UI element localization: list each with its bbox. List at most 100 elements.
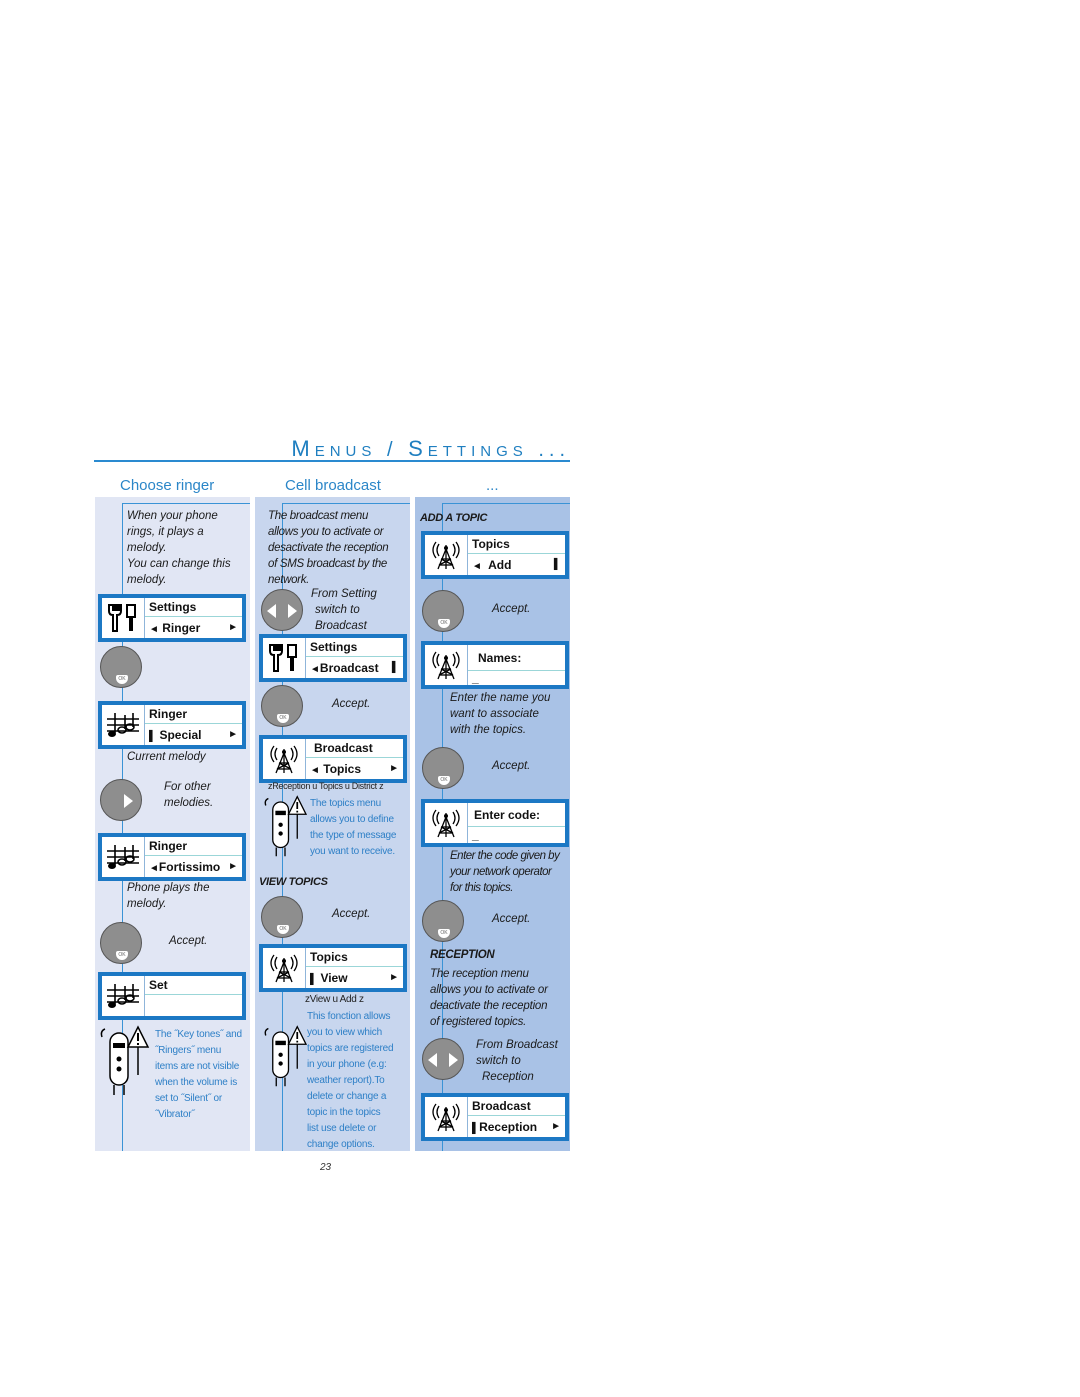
ok-button[interactable]: OK: [422, 747, 464, 789]
antenna-icon: [425, 645, 468, 685]
ok-button[interactable]: OK: [100, 646, 142, 688]
text-line: For other: [164, 781, 211, 793]
text-line: desactivate the reception: [268, 542, 389, 554]
accept-label: Accept.: [332, 908, 371, 920]
text-line: switch to: [476, 1055, 521, 1067]
ok-button[interactable]: OK: [422, 590, 464, 632]
title-ellipsis: ...: [538, 439, 570, 461]
text-line: melody.: [127, 574, 167, 586]
text-line: The broadcast menu: [268, 510, 369, 522]
screen-line2: ▌ View ►: [306, 968, 403, 988]
text-line: melody.: [127, 542, 167, 554]
screen-settings-ringer: Settings ◄ Ringer ►: [98, 594, 246, 642]
text-line: weather report).To: [307, 1075, 385, 1086]
text-line: you want to receive.: [310, 846, 395, 857]
page-number: 23: [320, 1162, 332, 1173]
view-topics-note: This fonction allows you to view which t…: [307, 1009, 410, 1153]
reception-text: The reception menu allows you to activat…: [430, 966, 548, 1030]
accept-label: Accept.: [492, 913, 531, 925]
screen-line1: Broadcast: [468, 1097, 565, 1116]
text-line: From Broadcast: [476, 1039, 558, 1051]
title-rest-menus: ENUS: [314, 443, 377, 460]
title-cap-m: M: [291, 436, 315, 461]
music-notes-icon: [102, 976, 145, 1016]
input-cursor[interactable]: _: [468, 672, 565, 685]
text-line: topics are registered: [307, 1043, 394, 1054]
ok-button[interactable]: OK: [261, 896, 303, 938]
left-arrow-icon: ◄: [310, 765, 320, 776]
title-cap-s: S: [408, 436, 428, 461]
column-heading-more: ...: [486, 477, 499, 494]
left-right-nav-button[interactable]: [261, 589, 303, 631]
screen-line1: Ringer: [145, 837, 242, 856]
accept-label: Accept.: [169, 935, 208, 947]
text-line: melody.: [127, 898, 167, 910]
screen-broadcast-topics: Broadcast ◄ Topics ►: [259, 735, 407, 783]
antenna-icon: [425, 1097, 468, 1137]
screen-line1: Enter code:: [468, 803, 565, 827]
section-reception: RECEPTION: [430, 949, 495, 961]
screen-enter-code: Enter code: _: [421, 799, 569, 847]
mascot-warning-icon: [260, 1025, 310, 1100]
screen-value: Topics: [323, 762, 362, 776]
right-arrow-icon: ►: [389, 972, 399, 983]
right-arrow-icon: ►: [228, 729, 238, 740]
antenna-icon: [425, 803, 468, 843]
section-view-topics: VIEW TOPICS: [259, 876, 328, 888]
text-line: You can change this: [127, 558, 231, 570]
from-setting-text: From Setting switch to Broadcast: [311, 586, 377, 634]
ok-button[interactable]: OK: [422, 900, 464, 942]
mascot-warning-icon: [260, 795, 310, 870]
ringer-intro: When your phone rings, it plays a melody…: [127, 508, 252, 588]
submenu-options: zView u Add z: [305, 994, 364, 1005]
antenna-icon: [425, 535, 468, 575]
accept-label: Accept.: [332, 698, 371, 710]
music-notes-icon: [102, 837, 145, 877]
submenu-options: zReception u Topics u District z: [268, 781, 384, 791]
text-line: Phone plays the: [127, 882, 210, 894]
screen-value: Broadcast: [319, 661, 379, 675]
text-line: when the volume is: [155, 1077, 238, 1088]
cursor-bar-icon: ▌: [310, 974, 318, 985]
right-nav-button[interactable]: [100, 779, 142, 821]
cursor-bar-icon: ▌: [553, 559, 561, 570]
text-line: ˝Vibrator˝: [155, 1109, 195, 1120]
text-line: with the topics.: [450, 724, 527, 736]
volume-warning-note: The ˝Key tones˝ and ˝Ringers˝ menu items…: [155, 1027, 251, 1123]
screen-line1: Ringer: [145, 705, 242, 724]
input-cursor[interactable]: _: [468, 828, 565, 843]
left-triangle-icon: [267, 604, 276, 618]
screen-line2: ◄Broadcast ▌: [306, 658, 403, 678]
flow-line-top: [122, 503, 250, 504]
text-line: in your phone (e.g:: [307, 1059, 387, 1070]
left-right-nav-button[interactable]: [422, 1038, 464, 1080]
right-arrow-icon: ►: [228, 861, 238, 872]
antenna-icon: [263, 948, 306, 988]
text-line: delete or change a: [307, 1091, 387, 1102]
title-slash: /: [386, 439, 398, 461]
text-line: of registered topics.: [430, 1016, 527, 1028]
mascot-warning-icon: [98, 1025, 150, 1110]
accept-label: Accept.: [492, 603, 531, 615]
accept-label: Accept.: [492, 760, 531, 772]
text-line: change options.: [307, 1139, 375, 1150]
ok-button[interactable]: OK: [261, 685, 303, 727]
text-line: topic in the topics: [307, 1107, 381, 1118]
right-triangle-icon: [124, 794, 133, 808]
ok-badge-icon: OK: [116, 675, 128, 684]
text-line: of SMS broadcast by the: [268, 558, 388, 570]
section-add-topic: ADD A TOPIC: [420, 512, 488, 524]
screen-line1: Topics: [306, 948, 403, 967]
screen-value: Ringer: [162, 621, 201, 635]
left-arrow-icon: ◄: [310, 664, 320, 675]
text-line: your network operator: [450, 866, 552, 878]
text-line: allows you to activate or: [268, 526, 384, 538]
column-heading-cell-broadcast: Cell broadcast: [285, 477, 381, 494]
screen-names: Names: _: [421, 641, 569, 689]
right-arrow-icon: ►: [389, 763, 399, 774]
ok-badge-icon: OK: [438, 619, 450, 628]
ok-button[interactable]: OK: [100, 922, 142, 964]
left-triangle-icon: [428, 1053, 437, 1067]
left-arrow-icon: ◄: [472, 561, 482, 572]
text-line: The ˝Key tones˝ and: [155, 1029, 242, 1040]
